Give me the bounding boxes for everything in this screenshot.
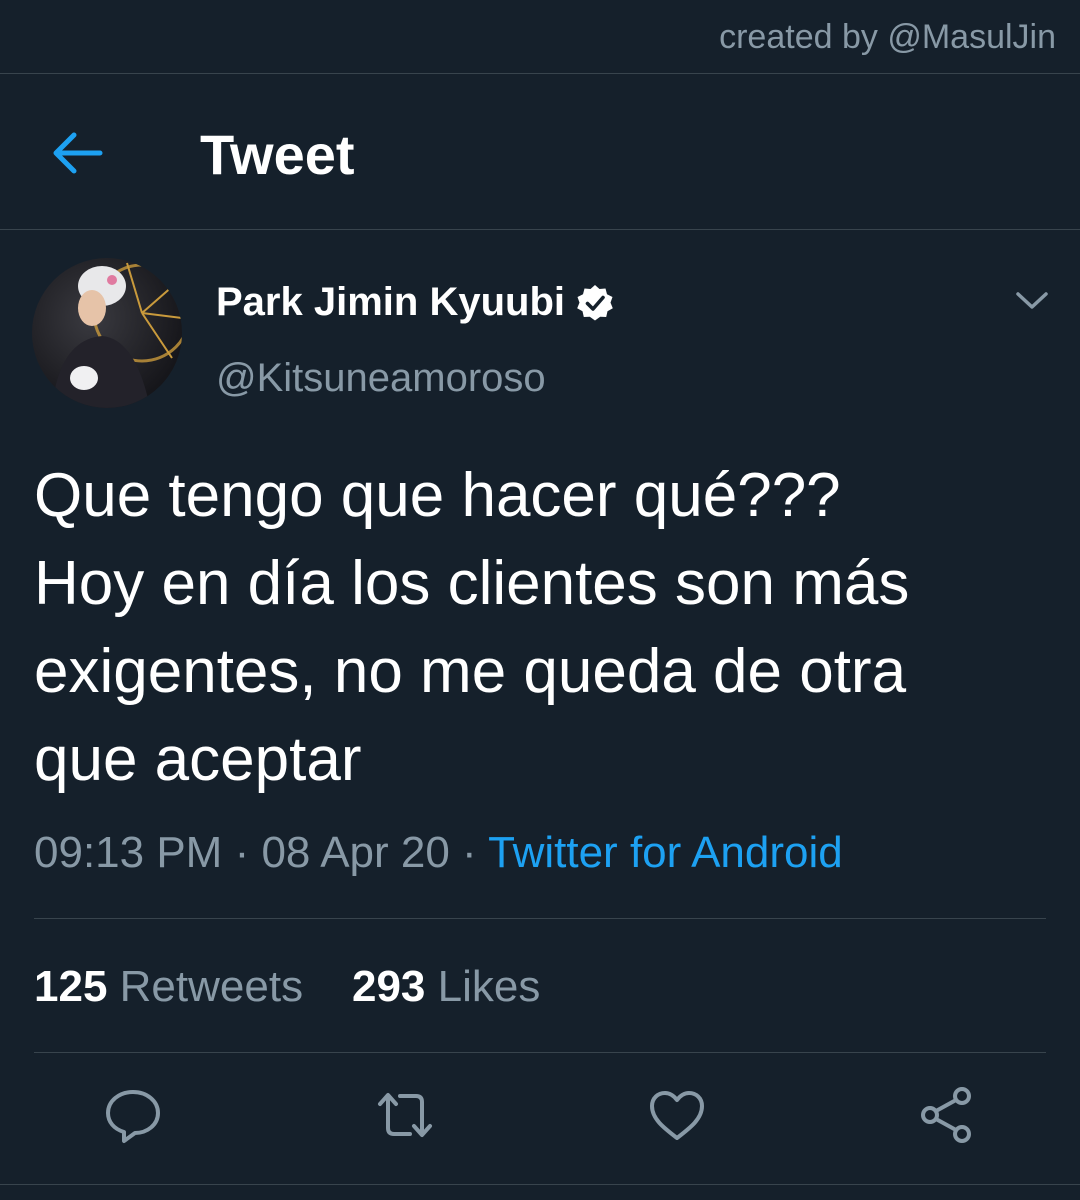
chevron-down-icon[interactable] <box>1014 286 1050 314</box>
likes-stat[interactable]: 293 Likes <box>352 962 540 1011</box>
tweet-line: que aceptar <box>34 725 362 794</box>
avatar-image <box>32 258 182 408</box>
avatar[interactable] <box>32 258 182 408</box>
retweets-label: Retweets <box>119 962 304 1011</box>
arrow-left-icon[interactable] <box>50 130 104 176</box>
tweet-date: 08 Apr 20 <box>261 828 450 877</box>
retweet-icon[interactable] <box>374 1084 436 1146</box>
watermark-bar: created by @MasulJin <box>0 0 1080 74</box>
retweets-stat[interactable]: 125 Retweets <box>34 962 303 1011</box>
likes-label: Likes <box>437 962 541 1011</box>
like-icon[interactable] <box>646 1084 708 1146</box>
tweet-source-link[interactable]: Twitter for Android <box>488 828 843 877</box>
tweet-text: Que tengo que hacer qué??? Hoy en día lo… <box>34 452 1044 804</box>
likes-count: 293 <box>351 962 426 1011</box>
divider <box>0 1184 1080 1185</box>
tweet-line: Hoy en día los clientes son más <box>34 549 910 618</box>
tweet-stats: 125 Retweets 293 Likes <box>34 962 540 1012</box>
retweets-count: 125 <box>34 962 108 1011</box>
author-display-name: Park Jimin Kyuubi <box>216 280 565 324</box>
meta-separator: · <box>449 828 489 877</box>
divider <box>34 918 1046 919</box>
app-header: Tweet <box>0 74 1080 230</box>
reply-icon[interactable] <box>102 1084 164 1146</box>
watermark-text: created by @MasulJin <box>719 18 1056 56</box>
divider <box>34 1052 1046 1053</box>
verified-badge-icon <box>577 284 613 320</box>
tweet-meta: 09:13 PM · 08 Apr 20 · Twitter for Andro… <box>34 828 843 878</box>
page-title: Tweet <box>200 123 355 186</box>
tweet-line: exigentes, no me queda de otra <box>34 637 907 706</box>
tweet-time: 09:13 PM <box>34 828 223 877</box>
author-name[interactable]: Park Jimin Kyuubi <box>216 280 615 325</box>
meta-separator: · <box>222 828 262 877</box>
author-handle[interactable]: @Kitsuneamoroso <box>216 356 546 401</box>
tweet-line: Que tengo que hacer qué??? <box>34 461 841 530</box>
share-icon[interactable] <box>916 1084 978 1146</box>
